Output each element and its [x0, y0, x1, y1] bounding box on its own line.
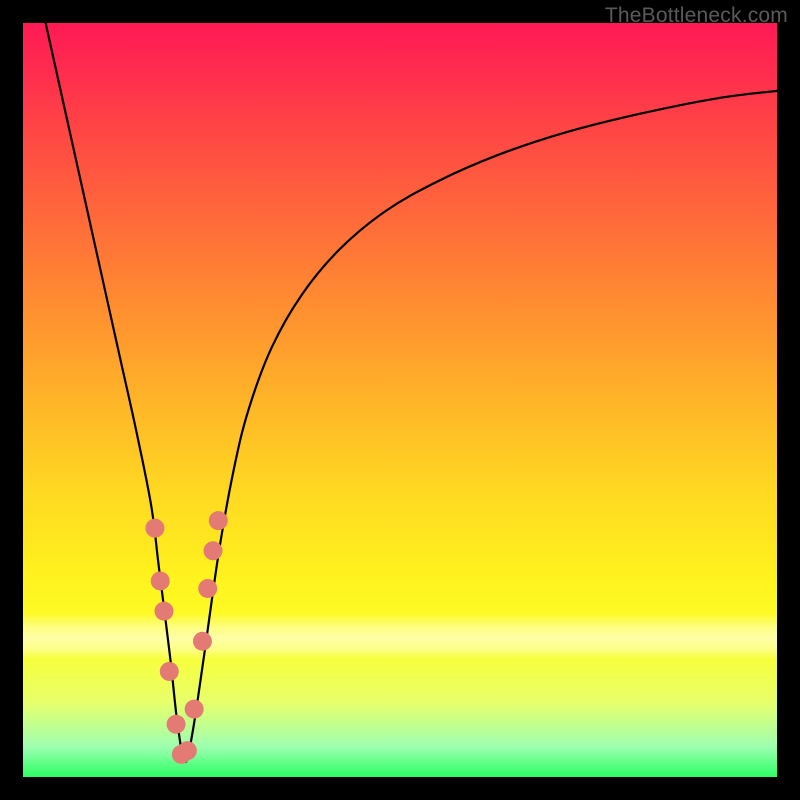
bottleneck-curve: [46, 23, 777, 762]
chart-frame: TheBottleneck.com: [0, 0, 800, 800]
curve-layer: [23, 23, 777, 777]
curve-marker: [178, 741, 197, 760]
curve-marker: [204, 541, 223, 560]
curve-marker: [151, 571, 170, 590]
watermark-text: TheBottleneck.com: [605, 4, 788, 28]
curve-marker: [145, 519, 164, 538]
curve-marker: [209, 511, 228, 530]
curve-marker: [167, 715, 186, 734]
curve-marker: [160, 662, 179, 681]
curve-marker: [155, 602, 174, 621]
plot-area: [23, 23, 777, 777]
curve-marker: [198, 579, 217, 598]
curve-marker: [185, 700, 204, 719]
curve-marker: [193, 632, 212, 651]
